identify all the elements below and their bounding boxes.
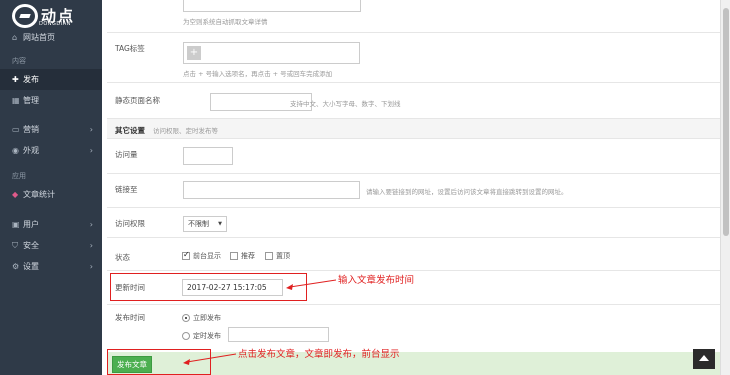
annotation-arrow-publish: [186, 353, 237, 363]
annotation-arrow-update: [289, 279, 337, 288]
arrow-head-icon: [183, 359, 190, 365]
annotation-update-note: 输入文章发布时间: [338, 275, 415, 286]
annotation-publish-note: 点击发布文章，文章即发布，前台显示: [238, 349, 400, 360]
annotation-arrows: [183, 279, 337, 365]
arrow-head-icon: [286, 284, 293, 290]
